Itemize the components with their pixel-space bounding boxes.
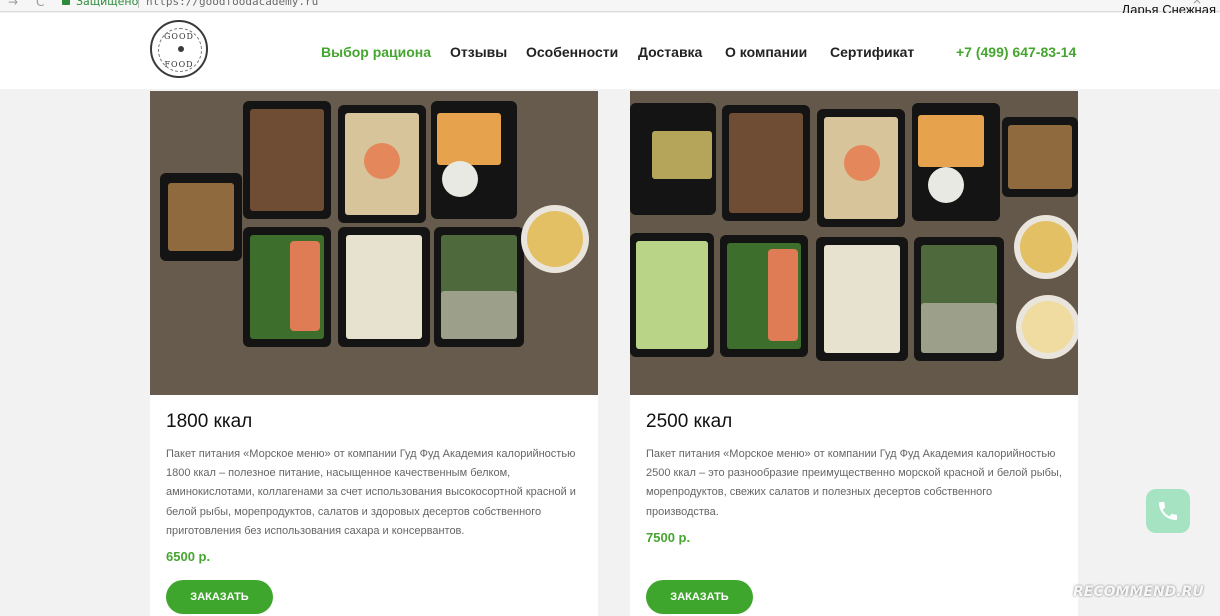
card-title: 1800 ккал (166, 411, 253, 432)
meal-photo (150, 91, 598, 395)
phone-icon (1159, 502, 1177, 520)
price: 7500 р. (646, 530, 691, 545)
order-button[interactable]: ЗАКАЗАТЬ (646, 580, 753, 614)
secure-label: Защищено (76, 0, 139, 8)
meal-photo (630, 91, 1078, 395)
arrow-left-icon[interactable]: → (8, 0, 18, 9)
watermark: RECOMMEND.RU (1073, 584, 1204, 600)
nav-item-diet-choice[interactable]: Выбор рациона (321, 44, 431, 60)
price: 6500 р. (166, 549, 211, 564)
logo[interactable]: GOOD FOOD (150, 20, 208, 78)
browser-toolbar: → C Защищено https://goodfoodacademy.ru … (0, 0, 1220, 12)
nav-item-features[interactable]: Особенности (526, 44, 618, 60)
reload-icon[interactable]: C (36, 0, 44, 9)
card-title: 2500 ккал (646, 411, 733, 432)
nav-item-delivery[interactable]: Доставка (638, 44, 702, 60)
site-header: GOOD FOOD Выбор рациона Отзывы Особеннос… (0, 13, 1220, 89)
logo-text-bottom: FOOD (164, 60, 194, 69)
order-button[interactable]: ЗАКАЗАТЬ (166, 580, 273, 614)
card-description: Пакет питания «Морское меню» от компании… (646, 448, 1062, 518)
address-divider (138, 0, 139, 8)
meal-plan-card: 2500 ккал Пакет питания «Морское меню» о… (630, 91, 1078, 616)
nav-item-about[interactable]: О компании (725, 44, 807, 60)
meal-plan-card: 1800 ккал Пакет питания «Морское меню» о… (150, 91, 598, 616)
lock-icon (62, 0, 70, 5)
logo-text-top: GOOD (164, 32, 194, 41)
nav-item-reviews[interactable]: Отзывы (450, 44, 507, 60)
card-description: Пакет питания «Морское меню» от компании… (166, 448, 576, 537)
call-button[interactable] (1146, 489, 1190, 533)
nav-item-certificate[interactable]: Сертификат (830, 44, 914, 60)
phone-number[interactable]: +7 (499) 647-83-14 (956, 44, 1076, 60)
address-bar[interactable]: https://goodfoodacademy.ru (146, 0, 318, 8)
logo-dot (178, 46, 184, 52)
